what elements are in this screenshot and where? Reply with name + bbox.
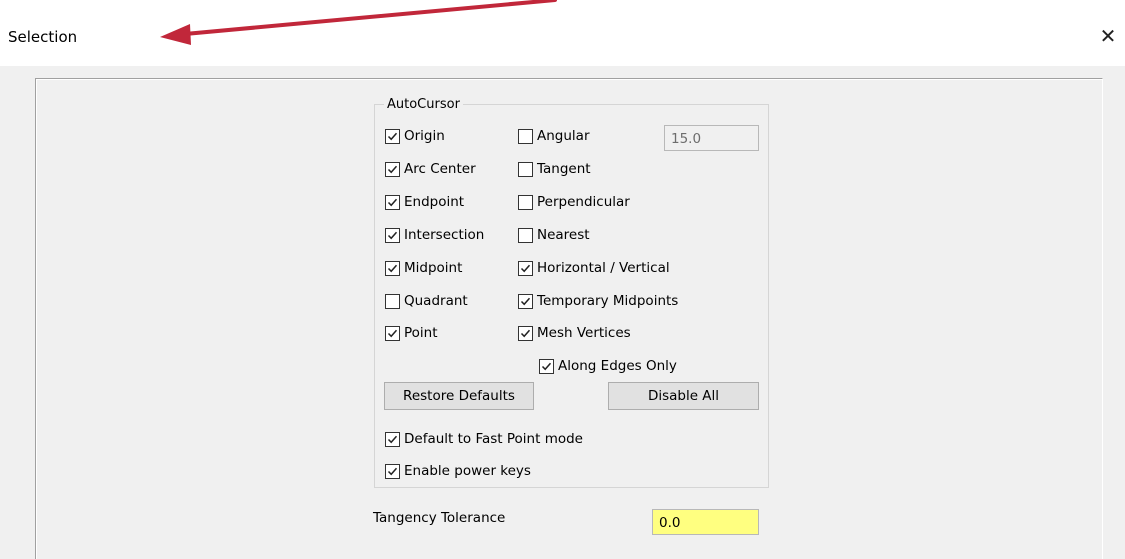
checkbox-box[interactable] — [385, 227, 400, 243]
checkbox-temporary-midpoints[interactable]: Temporary Midpoints — [518, 293, 678, 309]
tangency-tolerance-field[interactable]: 0.0 — [652, 509, 759, 535]
checkbox-label: Quadrant — [404, 293, 468, 309]
check-mark-icon — [387, 231, 398, 239]
checkbox-box[interactable] — [385, 161, 400, 177]
checkbox-box[interactable] — [385, 194, 400, 210]
checkbox-perpendicular[interactable]: Perpendicular — [518, 194, 630, 210]
checkbox-label: Arc Center — [404, 161, 476, 177]
checkbox-tangent[interactable]: Tangent — [518, 161, 591, 177]
checkbox-box[interactable] — [518, 293, 533, 309]
check-mark-icon — [520, 264, 531, 272]
check-mark-icon — [387, 435, 398, 443]
window-title: Selection — [8, 28, 78, 46]
checkbox-arc-center[interactable]: Arc Center — [385, 161, 476, 177]
checkbox-box[interactable] — [518, 194, 533, 210]
checkbox-along-edges-only[interactable]: Along Edges Only — [539, 358, 677, 374]
checkbox-label: Nearest — [537, 227, 590, 243]
check-mark-icon — [387, 264, 398, 272]
checkbox-box[interactable] — [385, 128, 400, 144]
tangency-tolerance-label: Tangency Tolerance — [373, 510, 506, 526]
checkbox-box[interactable] — [539, 358, 554, 374]
autocursor-group-label: AutoCursor — [384, 97, 463, 112]
close-button[interactable]: ✕ — [1094, 22, 1122, 50]
checkbox-box[interactable] — [518, 325, 533, 341]
checkbox-label: Temporary Midpoints — [537, 293, 679, 309]
checkbox-box[interactable] — [385, 325, 400, 341]
check-mark-icon — [387, 329, 398, 337]
checkbox-midpoint[interactable]: Midpoint — [385, 260, 462, 276]
checkbox-label: Default to Fast Point mode — [404, 431, 583, 447]
title-bar: Selection ✕ — [0, 0, 1125, 66]
checkbox-angular[interactable]: Angular — [518, 128, 590, 144]
checkbox-mesh-vertices[interactable]: Mesh Vertices — [518, 325, 631, 341]
checkbox-label: Intersection — [404, 227, 485, 243]
checkbox-label: Angular — [537, 128, 590, 144]
checkbox-point[interactable]: Point — [385, 325, 438, 341]
checkbox-label: Endpoint — [404, 194, 465, 210]
checkbox-fast-point-mode[interactable]: Default to Fast Point mode — [385, 431, 583, 447]
checkbox-label: Along Edges Only — [558, 358, 677, 374]
checkbox-label: Midpoint — [404, 260, 463, 276]
checkbox-box[interactable] — [385, 431, 400, 447]
checkbox-horizontal-vertical[interactable]: Horizontal / Vertical — [518, 260, 670, 276]
check-mark-icon — [387, 165, 398, 173]
checkbox-power-keys[interactable]: Enable power keys — [385, 463, 531, 479]
checkbox-nearest[interactable]: Nearest — [518, 227, 590, 243]
restore-defaults-button[interactable]: Restore Defaults — [384, 382, 534, 410]
checkbox-box[interactable] — [385, 293, 400, 309]
checkbox-box[interactable] — [518, 161, 533, 177]
angular-value-field[interactable]: 15.0 — [664, 125, 759, 151]
checkbox-label: Enable power keys — [404, 463, 531, 479]
checkbox-label: Tangent — [537, 161, 591, 177]
checkbox-label: Horizontal / Vertical — [537, 260, 670, 276]
check-mark-icon — [520, 297, 531, 305]
disable-all-button[interactable]: Disable All — [608, 382, 759, 410]
checkbox-label: Origin — [404, 128, 445, 144]
checkbox-label: Perpendicular — [537, 194, 630, 210]
checkbox-label: Mesh Vertices — [537, 325, 631, 341]
checkbox-box[interactable] — [385, 260, 400, 276]
check-mark-icon — [387, 467, 398, 475]
checkbox-box[interactable] — [518, 128, 533, 144]
checkbox-endpoint[interactable]: Endpoint — [385, 194, 464, 210]
check-mark-icon — [520, 329, 531, 337]
checkbox-origin[interactable]: Origin — [385, 128, 445, 144]
check-mark-icon — [387, 198, 398, 206]
check-mark-icon — [387, 132, 398, 140]
checkbox-quadrant[interactable]: Quadrant — [385, 293, 468, 309]
checkbox-box[interactable] — [518, 227, 533, 243]
checkbox-box[interactable] — [518, 260, 533, 276]
checkbox-intersection[interactable]: Intersection — [385, 227, 484, 243]
checkbox-box[interactable] — [385, 463, 400, 479]
check-mark-icon — [541, 362, 552, 370]
checkbox-label: Point — [404, 325, 438, 341]
